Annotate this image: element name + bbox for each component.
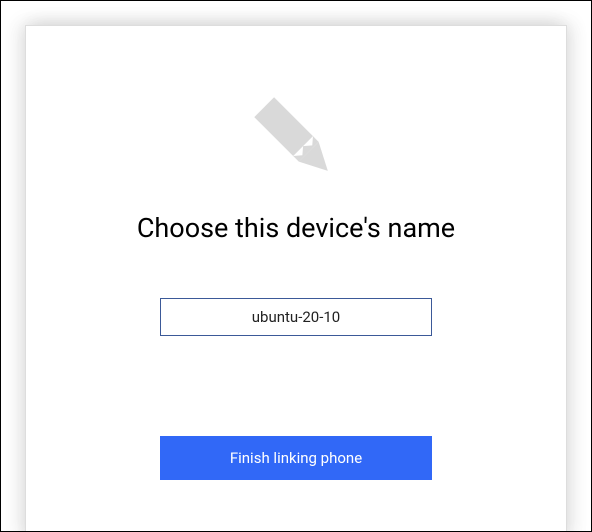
window-frame: Choose this device's name Finish linking… [0, 0, 592, 532]
dialog-card: Choose this device's name Finish linking… [25, 25, 567, 532]
finish-linking-button[interactable]: Finish linking phone [160, 436, 432, 480]
device-name-input[interactable] [160, 298, 432, 336]
pencil-icon [241, 84, 351, 194]
dialog-title: Choose this device's name [137, 212, 455, 244]
